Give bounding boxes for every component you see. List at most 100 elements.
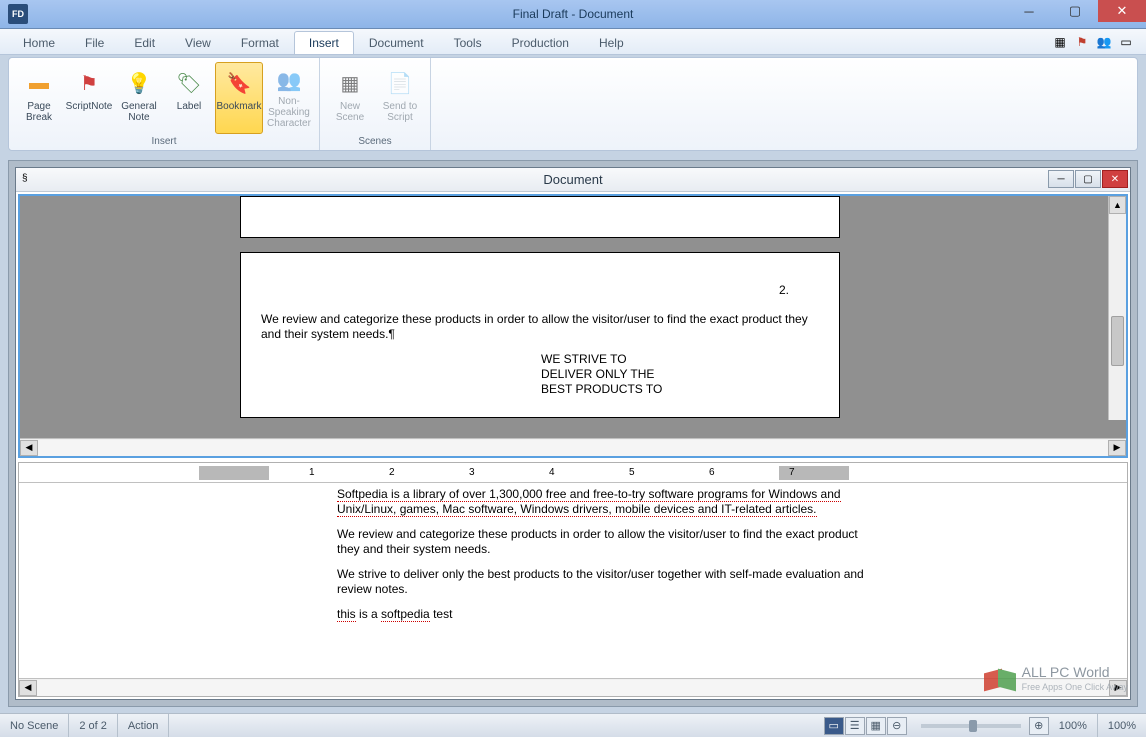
scroll-track[interactable] [38,440,1108,456]
zoom-out-button[interactable]: ⊖ [887,717,907,735]
close-button[interactable]: ✕ [1098,0,1146,22]
ruler-mark-6: 6 [709,467,715,478]
document-window-titlebar: § Document ─ ▢ ✕ [16,168,1130,192]
scriptnote-label: ScriptNote [66,101,113,112]
zoom-slider-thumb[interactable] [969,720,977,732]
window-controls: ─ ▢ ✕ [1006,0,1146,22]
ribbon-group-insert: ▬ Page Break ⚑ ScriptNote 💡 General Note… [9,58,320,150]
status-zoom-1[interactable]: 100% [1049,714,1098,737]
lower-para-3: We strive to deliver only the best produ… [337,567,877,597]
tab-home[interactable]: Home [8,31,70,54]
status-element[interactable]: Action [118,714,170,737]
bottom-scroll-left-arrow[interactable]: ◀ [19,680,37,696]
window-title: Final Draft - Document [0,7,1146,21]
tab-production[interactable]: Production [497,31,584,54]
screen-icon[interactable]: ▭ [1118,34,1134,50]
ribbon-group-scenes-label: Scenes [326,134,424,148]
lower-para-1: Softpedia is a library of over 1,300,000… [337,487,877,517]
bottom-pane-content[interactable]: Softpedia is a library of over 1,300,000… [19,483,1127,678]
status-scene[interactable]: No Scene [0,714,69,737]
paragraph-1: We review and categorize these products … [261,312,819,342]
tab-view[interactable]: View [170,31,226,54]
minimize-button[interactable]: ─ [1006,0,1052,22]
tab-document[interactable]: Document [354,31,439,54]
ruler-mark-5: 5 [629,467,635,478]
non-speaking-character-button[interactable]: 👥 Non-Speaking Character [265,62,313,134]
non-speaking-character-label: Non-Speaking Character [267,96,311,129]
view-normal-button[interactable]: ▭ [824,717,844,735]
tab-file[interactable]: File [70,31,119,54]
tab-insert[interactable]: Insert [294,31,354,54]
general-note-icon: 💡 [123,67,155,99]
view-page-button[interactable]: ☰ [845,717,865,735]
view-mode-buttons: ▭ ☰ ▦ ⊖ [818,717,913,735]
ruler-shade-left [199,466,269,480]
doc-close-button[interactable]: ✕ [1102,170,1128,188]
grid-icon[interactable]: ▦ [1052,34,1068,50]
scroll-up-arrow[interactable]: ▲ [1109,196,1126,214]
ruler-mark-3: 3 [469,467,475,478]
label-icon: 🏷 [173,67,205,99]
status-page[interactable]: 2 of 2 [69,714,118,737]
zoom-slider[interactable] [921,724,1021,728]
label-label: Label [177,101,201,112]
general-note-label: General Note [121,101,157,123]
bottom-horizontal-scrollbar[interactable]: ◀ ▶ [19,678,1127,696]
scriptnote-button[interactable]: ⚑ ScriptNote [65,62,113,134]
bottom-pane: 1 2 3 4 5 6 7 Softpedia is a library of … [18,462,1128,697]
zoom-in-button[interactable]: ⊕ [1029,717,1049,735]
ruler[interactable]: 1 2 3 4 5 6 7 [19,463,1127,483]
status-bar: No Scene 2 of 2 Action ▭ ☰ ▦ ⊖ ⊕ 100% 10… [0,713,1146,737]
new-scene-button[interactable]: ▦ New Scene [326,62,374,134]
people-icon[interactable]: 👥 [1096,34,1112,50]
ruler-mark-2: 2 [389,467,395,478]
bookmark-label: Bookmark [217,101,262,112]
new-scene-label: New Scene [336,101,364,123]
send-to-script-label: Send to Script [383,101,417,123]
tab-tools[interactable]: Tools [439,31,497,54]
scriptnote-icon: ⚑ [73,67,105,99]
page-break-icon: ▬ [23,67,55,99]
ribbon-group-insert-label: Insert [15,134,313,148]
previous-page-edge [240,196,840,238]
ruler-mark-4: 4 [549,467,555,478]
doc-maximize-button[interactable]: ▢ [1075,170,1101,188]
send-to-script-button[interactable]: 📄 Send to Script [376,62,424,134]
top-pane: 2. We review and categorize these produc… [18,194,1128,458]
document-area: § Document ─ ▢ ✕ 2. We review and catego… [8,160,1138,707]
page[interactable]: 2. We review and categorize these produc… [240,252,840,418]
top-pane-content[interactable]: 2. We review and categorize these produc… [20,196,1126,438]
top-horizontal-scrollbar[interactable]: ◀ ▶ [20,438,1126,456]
bottom-scroll-track[interactable] [37,680,1109,696]
tab-format[interactable]: Format [226,31,294,54]
top-vertical-scrollbar[interactable]: ▲ [1108,196,1126,420]
ribbon: ▬ Page Break ⚑ ScriptNote 💡 General Note… [8,57,1138,151]
tab-help[interactable]: Help [584,31,639,54]
general-note-button[interactable]: 💡 General Note [115,62,163,134]
document-window: § Document ─ ▢ ✕ 2. We review and catego… [15,167,1131,700]
document-window-controls: ─ ▢ ✕ [1048,170,1128,188]
scroll-right-arrow[interactable]: ▶ [1108,440,1126,456]
doc-minimize-button[interactable]: ─ [1048,170,1074,188]
ruler-mark-1: 1 [309,467,315,478]
scroll-left-arrow[interactable]: ◀ [20,440,38,456]
maximize-button[interactable]: ▢ [1052,0,1098,22]
flag-icon[interactable]: ⚑ [1074,34,1090,50]
menu-bar: Home File Edit View Format Insert Docume… [0,29,1146,55]
label-button[interactable]: 🏷 Label [165,62,213,134]
document-window-title: Document [16,172,1130,187]
status-zoom-2[interactable]: 100% [1098,714,1146,737]
scroll-thumb[interactable] [1111,316,1124,366]
view-cards-button[interactable]: ▦ [866,717,886,735]
page-break-label: Page Break [26,101,52,123]
new-scene-icon: ▦ [334,67,366,99]
menubar-right-icons: ▦ ⚑ 👥 ▭ [1048,34,1138,54]
bookmark-button[interactable]: 🔖 Bookmark [215,62,263,134]
indented-block: WE STRIVE TO DELIVER ONLY THE BEST PRODU… [541,352,741,397]
page-break-button[interactable]: ▬ Page Break [15,62,63,134]
bottom-scroll-right-arrow[interactable]: ▶ [1109,680,1127,696]
ruler-mark-7: 7 [789,467,795,478]
ribbon-group-scenes: ▦ New Scene 📄 Send to Script Scenes [320,58,431,150]
lower-para-2: We review and categorize these products … [337,527,877,557]
tab-edit[interactable]: Edit [119,31,170,54]
